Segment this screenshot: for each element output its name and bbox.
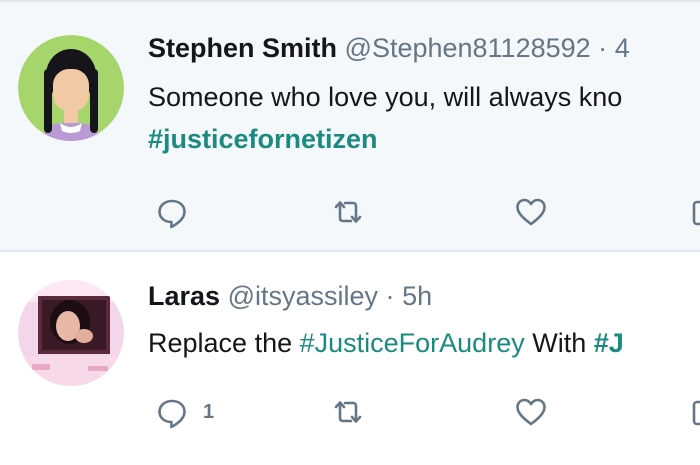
retweet-icon (334, 201, 362, 223)
avatar[interactable] (18, 35, 124, 141)
reply-icon (158, 199, 186, 229)
retweet-button[interactable] (330, 392, 366, 432)
tweet-actions (0, 192, 700, 232)
tweet[interactable]: Stephen Smith @Stephen81128592 · 4 Someo… (0, 0, 700, 252)
message-icon (692, 200, 700, 226)
display-name[interactable]: Laras (148, 281, 220, 311)
screen-name[interactable]: @itsyassiley (228, 281, 378, 311)
tweet-text: Replace the #JusticeForAudrey With #J (148, 322, 624, 364)
hashtag-link[interactable]: #justicefornetizen (148, 124, 378, 154)
tweet-text-body: With (524, 328, 594, 358)
reply-button[interactable]: 1 (154, 392, 214, 432)
timestamp[interactable]: 5h (402, 281, 432, 311)
separator-dot: · (598, 33, 608, 63)
timeline: Stephen Smith @Stephen81128592 · 4 Someo… (0, 0, 700, 465)
message-button[interactable] (690, 192, 700, 232)
hashtag-link[interactable]: #JusticeForAudrey (300, 328, 525, 358)
timestamp[interactable]: 4 (615, 33, 630, 63)
tweet-text: Someone who love you, will always kno #j… (148, 76, 622, 160)
reply-icon (158, 399, 186, 429)
reply-count: 1 (203, 400, 215, 423)
tweet-header: Stephen Smith @Stephen81128592 · 4 (148, 32, 630, 64)
like-button[interactable] (513, 192, 549, 232)
message-icon (692, 400, 700, 426)
reply-button[interactable] (154, 192, 203, 232)
avatar-photo (18, 280, 124, 386)
like-button[interactable] (513, 392, 549, 432)
tweet-text-body: Replace the (148, 328, 300, 358)
hashtag-link[interactable]: #J (594, 328, 624, 358)
tweet-header: Laras @itsyassiley · 5h (148, 280, 432, 312)
separator-dot: · (385, 281, 395, 311)
tweet-text-body: Someone who love you, will always kno (148, 82, 623, 112)
tweet-actions: 1 (0, 392, 700, 432)
retweet-button[interactable] (330, 192, 366, 232)
avatar-illustration (18, 35, 124, 141)
tweet[interactable]: Laras @itsyassiley · 5h Replace the #Jus… (0, 252, 700, 465)
retweet-icon (334, 401, 362, 423)
like-icon (516, 198, 546, 226)
display-name[interactable]: Stephen Smith (148, 33, 337, 63)
like-icon (516, 398, 546, 426)
screen-name[interactable]: @Stephen81128592 (345, 33, 591, 63)
message-button[interactable] (690, 392, 700, 432)
avatar[interactable] (18, 280, 124, 386)
